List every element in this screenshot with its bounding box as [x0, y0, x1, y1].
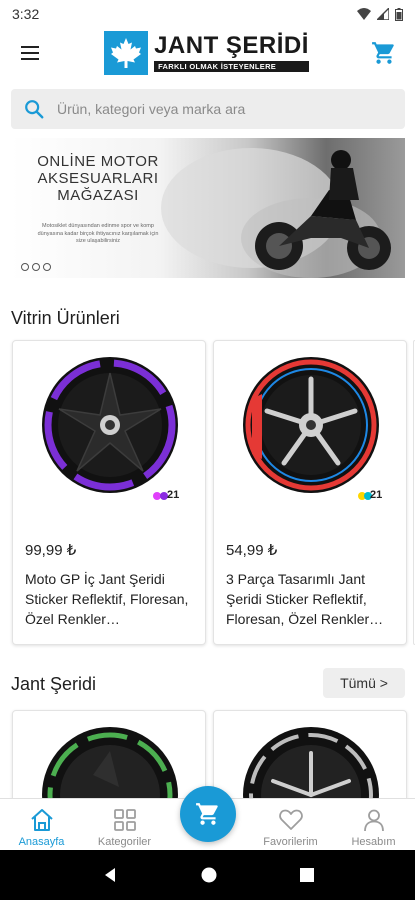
product-image	[243, 357, 379, 500]
nav-label: Kategoriler	[97, 836, 152, 848]
product-card[interactable]: 21 54,99 ₺ 3 Parça Tasarımlı Jant Şeridi…	[213, 340, 407, 645]
see-all-button[interactable]: Tümü >	[323, 668, 405, 698]
brand-text: JANT ŞERİDİ FARKLI OLMAK İSTEYENLERE	[154, 31, 309, 73]
product-card[interactable]	[12, 710, 206, 810]
home-icon	[30, 809, 53, 831]
search-placeholder: Ürün, kategori veya marka ara	[57, 101, 246, 117]
hamburger-icon	[21, 46, 39, 48]
cart-fab-button[interactable]	[180, 786, 236, 842]
product-badge: 21	[370, 489, 383, 501]
nav-label: Hesabım	[351, 836, 396, 848]
cart-button[interactable]	[369, 38, 399, 68]
search-icon	[25, 100, 44, 119]
status-bar: 3:32	[0, 0, 415, 28]
brand-tagline: FARKLI OLMAK İSTEYENLERE	[154, 60, 309, 73]
brand-logo[interactable]: JANT ŞERİDİ FARKLI OLMAK İSTEYENLERE	[104, 31, 309, 75]
battery-icon	[395, 7, 403, 21]
maple-leaf-icon	[104, 31, 149, 75]
nav-label: Anasayfa	[18, 836, 65, 848]
status-time: 3:32	[12, 6, 40, 22]
motorcycle-image	[161, 148, 391, 278]
product-badge: 21	[167, 489, 180, 501]
hamburger-line	[21, 58, 39, 60]
product-card[interactable]: 21 99,99 ₺ Moto GP İç Jant Şeridi Sticke…	[12, 340, 206, 645]
status-icons	[357, 7, 403, 21]
grid-icon	[113, 809, 136, 831]
nav-item-categories[interactable]: Kategoriler	[83, 808, 166, 850]
product-image	[243, 727, 379, 809]
product-image	[42, 357, 178, 500]
menu-button[interactable]	[16, 39, 44, 67]
signal-icon	[377, 8, 389, 20]
promo-banner[interactable]: ONLİNE MOTOR AKSESUARLARI MAĞAZASI Motos…	[11, 138, 405, 278]
cart-icon	[372, 42, 394, 64]
section-title-featured: Vitrin Ürünleri	[11, 308, 120, 328]
product-name: 3 Parça Tasarımlı Jant Şeridi Sticker Re…	[226, 571, 384, 627]
product-price: 99,99 ₺	[25, 542, 77, 559]
product-card[interactable]	[213, 710, 407, 810]
nav-label: Favorilerim	[263, 836, 318, 848]
cart-icon	[196, 803, 218, 825]
nav-item-home[interactable]: Anasayfa	[0, 808, 83, 850]
product-name: Moto GP İç Jant Şeridi Sticker Reflektif…	[25, 571, 189, 627]
back-icon[interactable]	[101, 866, 119, 884]
home-circle-icon[interactable]	[200, 866, 218, 884]
product-price: 54,99 ₺	[226, 542, 278, 559]
nav-item-account[interactable]: Hesabım	[332, 808, 415, 850]
system-navigation-bar	[0, 850, 415, 900]
brand-name: JANT ŞERİDİ	[154, 31, 309, 59]
recents-icon[interactable]	[299, 867, 315, 883]
nav-item-favorites[interactable]: Favorilerim	[249, 808, 332, 850]
person-icon	[363, 809, 384, 832]
heart-icon	[278, 809, 303, 830]
app-bar: JANT ŞERİDİ FARKLI OLMAK İSTEYENLERE	[0, 28, 415, 78]
wifi-icon	[357, 8, 371, 20]
search-input[interactable]: Ürün, kategori veya marka ara	[11, 89, 405, 129]
product-image	[42, 727, 178, 809]
hamburger-line	[21, 52, 39, 54]
section-title-jant-seridi: Jant Şeridi	[11, 674, 97, 694]
